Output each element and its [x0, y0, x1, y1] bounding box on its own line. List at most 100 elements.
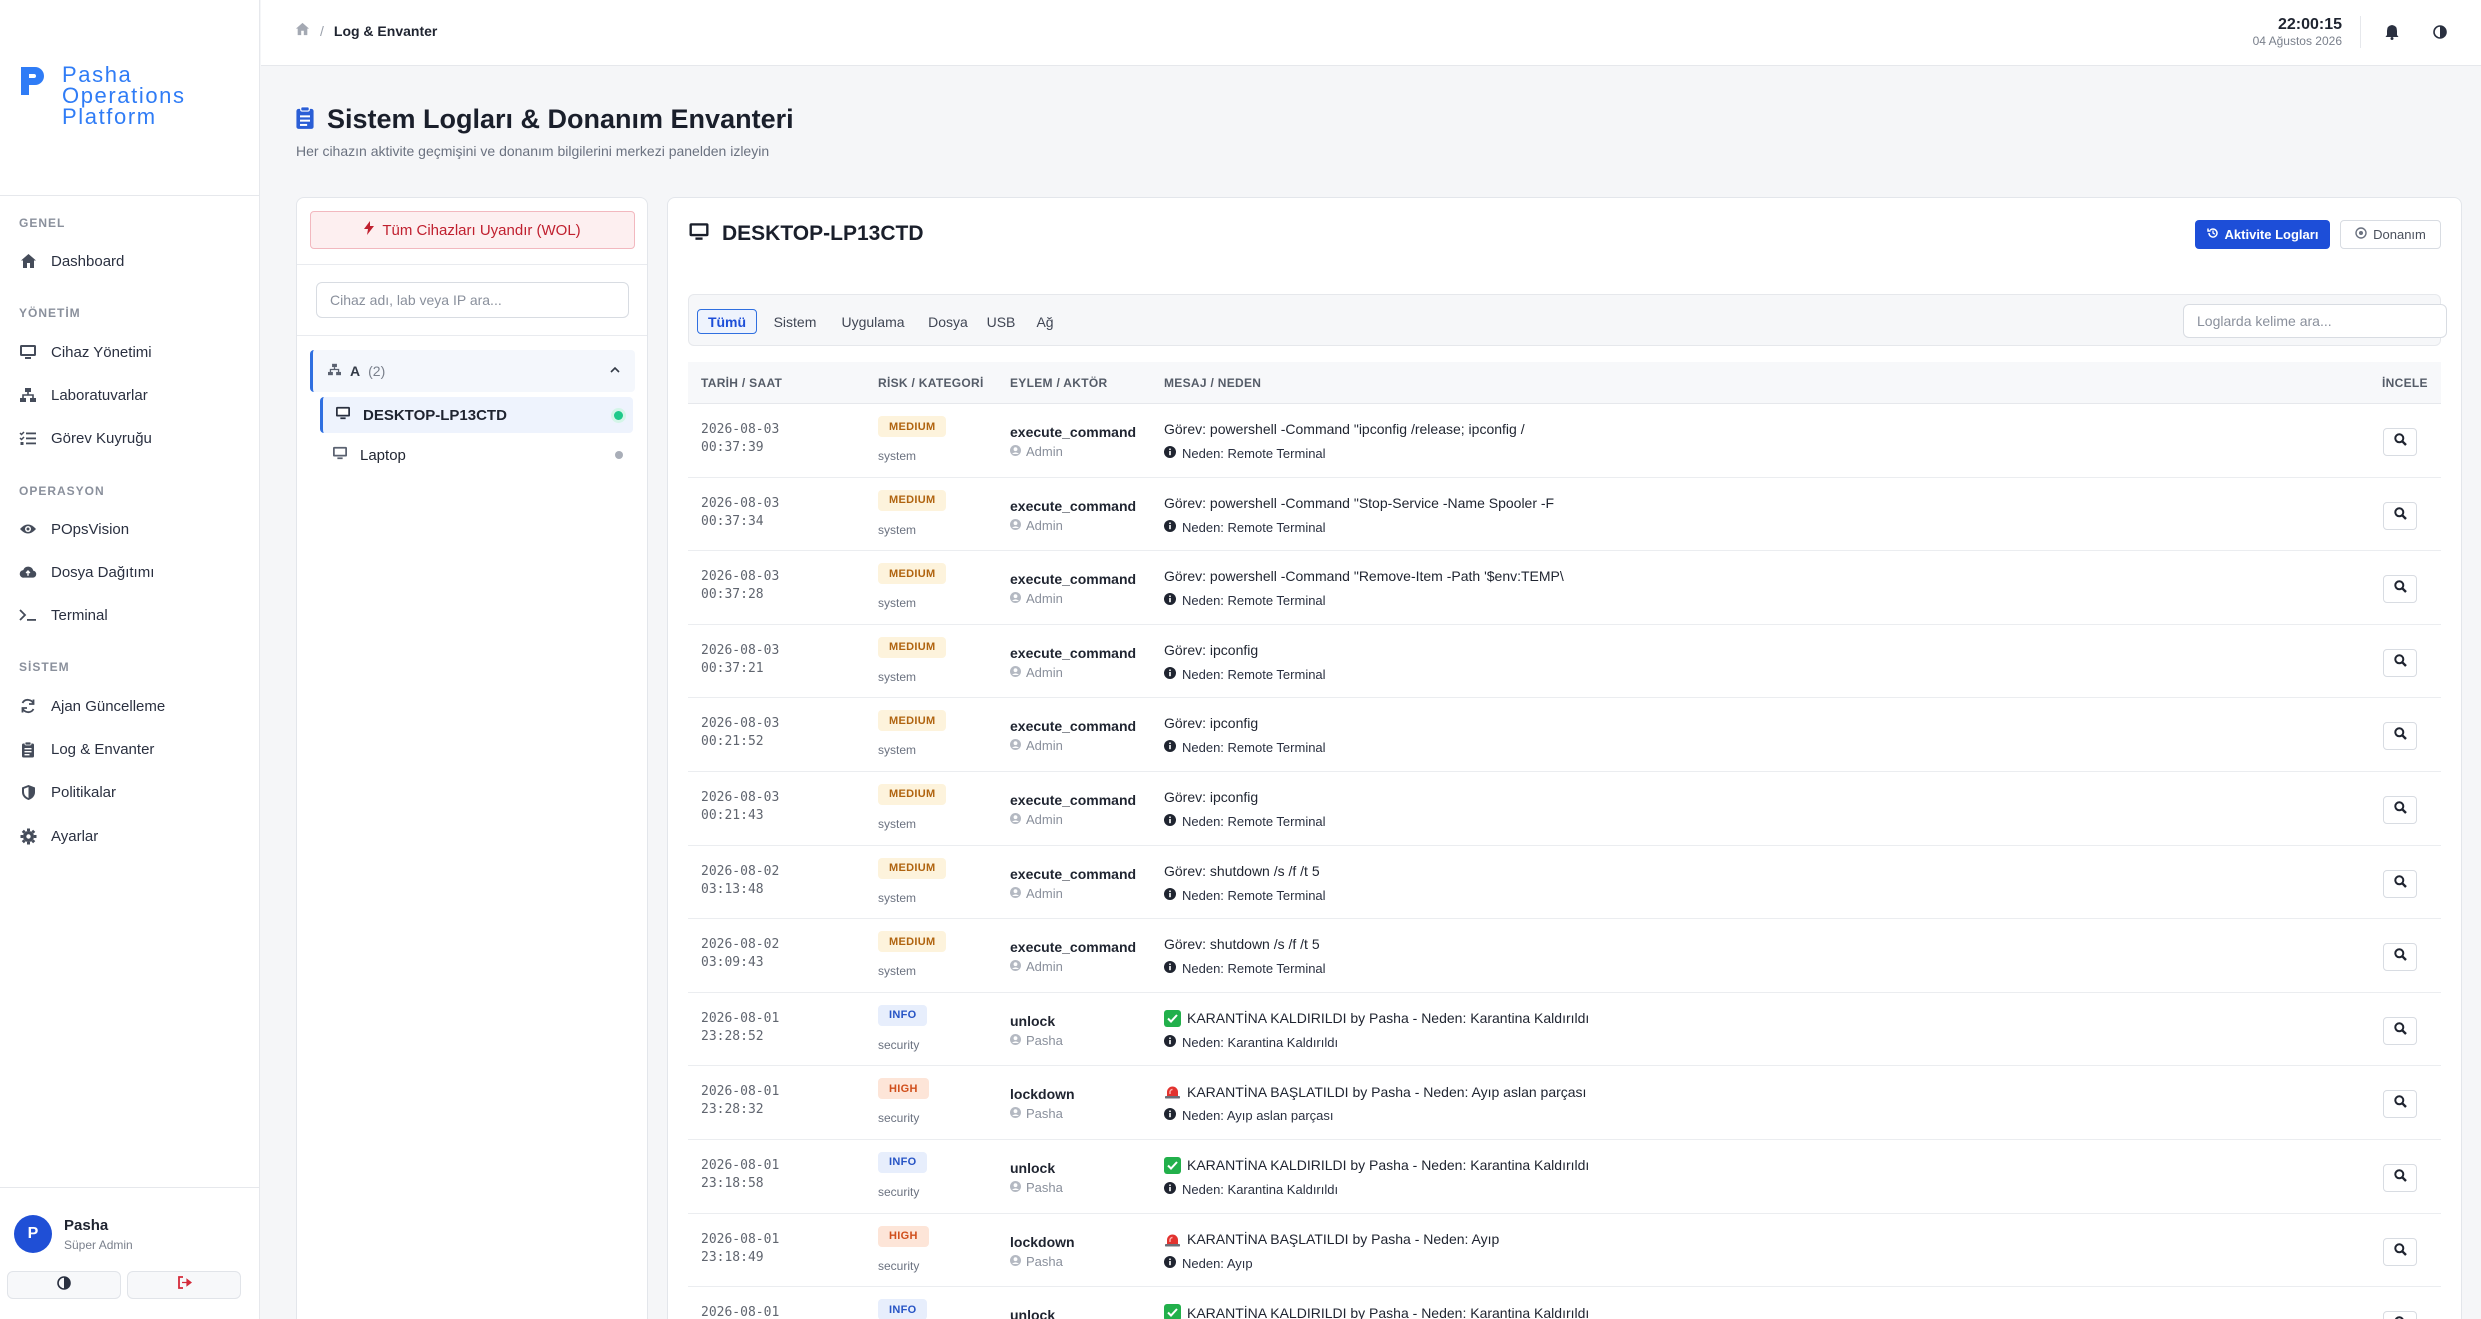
- activity-logs-button[interactable]: Aktivite Logları: [2195, 220, 2330, 249]
- log-reason: Neden: Remote Terminal: [1164, 593, 1326, 608]
- log-time: 00:37:28: [701, 587, 764, 603]
- log-datetime: 2026-08-03 00:21:52: [701, 715, 779, 751]
- sidebar-item-politikalar[interactable]: Politikalar: [19, 780, 116, 804]
- bell-icon[interactable]: [2382, 22, 2402, 42]
- log-message-text: Görev: shutdown /s /f /t 5: [1164, 862, 1320, 879]
- inspect-button[interactable]: [2383, 1311, 2417, 1319]
- inspect-button[interactable]: [2383, 1237, 2417, 1266]
- info-icon: [1164, 593, 1176, 608]
- sidebar-item-cihaz-yonetimi[interactable]: Cihaz Yönetimi: [19, 340, 152, 364]
- column-header-message[interactable]: MESAJ / NEDEN: [1164, 376, 1261, 390]
- sidebar-item-ayarlar[interactable]: Ayarlar: [19, 824, 98, 848]
- logout-button[interactable]: [127, 1271, 241, 1299]
- search-icon: [2393, 1095, 2407, 1113]
- log-actor: Admin: [1010, 591, 1063, 606]
- inspect-button[interactable]: [2383, 1163, 2417, 1192]
- inspect-button[interactable]: [2383, 1090, 2417, 1119]
- log-reason: Neden: Remote Terminal: [1164, 887, 1326, 903]
- tab-ag[interactable]: Ağ: [1029, 309, 1061, 334]
- log-actor: Admin: [1010, 959, 1063, 974]
- inspect-button[interactable]: [2383, 943, 2417, 972]
- table-row[interactable]: 2026-08-02 03:13:48 MEDIUM system execute_co…: [688, 846, 2441, 920]
- wake-all-button[interactable]: Tüm Cihazları Uyandır (WOL): [310, 211, 635, 249]
- info-icon: [1164, 813, 1176, 829]
- inspect-button[interactable]: [2383, 648, 2417, 677]
- activity-logs-label: Aktivite Logları: [2224, 227, 2319, 242]
- table-row[interactable]: 2026-08-01 23:28:52 INFO security unlock Pash…: [688, 993, 2441, 1067]
- table-row[interactable]: 2026-08-03 00:37:39 MEDIUM system execute_co…: [688, 404, 2441, 478]
- log-filter-bar: Tümü Sistem Uygulama Dosya USB Ağ: [688, 294, 2447, 346]
- brand[interactable]: Pasha Operations Platform: [18, 64, 186, 128]
- inspect-button[interactable]: [2383, 1016, 2417, 1045]
- table-row[interactable]: 2026-08-01 INFO unlock KARANTİNA KALDIRILDI…: [688, 1287, 2441, 1319]
- log-category: system: [878, 816, 917, 831]
- search-icon: [2393, 1022, 2407, 1040]
- table-row[interactable]: 2026-08-03 00:21:43 MEDIUM system execute_co…: [688, 772, 2441, 846]
- hardware-button[interactable]: Donanım: [2340, 220, 2441, 249]
- contrast-icon[interactable]: [2430, 22, 2450, 42]
- actor-name: Admin: [1026, 738, 1063, 754]
- home-icon[interactable]: [295, 22, 310, 39]
- risk-badge: MEDIUM: [878, 931, 947, 953]
- table-row[interactable]: 2026-08-01 23:18:58 INFO security unlock Pash…: [688, 1140, 2441, 1214]
- log-actor: Admin: [1010, 886, 1063, 901]
- info-icon: [1164, 887, 1176, 903]
- device-group-a[interactable]: A (2): [310, 350, 635, 392]
- log-message: KARANTİNA KALDIRILDI by Pasha - Neden: K…: [1164, 1009, 1589, 1027]
- history-icon: [2206, 227, 2219, 242]
- divider: [2360, 16, 2361, 48]
- log-category: system: [878, 890, 917, 905]
- log-category: system: [878, 964, 917, 979]
- sidebar-item-popsvision[interactable]: POpsVision: [19, 517, 129, 541]
- device-search-input[interactable]: [316, 282, 629, 318]
- cloud-upload-icon: [19, 563, 37, 581]
- log-date: 2026-08-03: [701, 422, 780, 437]
- sidebar-item-log-envanter[interactable]: Log & Envanter: [19, 737, 154, 761]
- sidebar-item-dosya-dagitimi[interactable]: Dosya Dağıtımı: [19, 560, 154, 584]
- table-row[interactable]: 2026-08-01 23:18:49 HIGH security lockdown Pa…: [688, 1214, 2441, 1288]
- table-row[interactable]: 2026-08-03 00:21:52 MEDIUM system execute_co…: [688, 698, 2441, 772]
- tab-dosya[interactable]: Dosya: [923, 309, 973, 334]
- table-row[interactable]: 2026-08-01 23:28:32 HIGH security lockdown Pa…: [688, 1066, 2441, 1140]
- avatar[interactable]: P: [14, 1215, 52, 1253]
- log-action: execute_command: [1010, 791, 1137, 808]
- inspect-button[interactable]: [2383, 501, 2417, 530]
- inspect-button[interactable]: [2383, 722, 2417, 751]
- log-action: execute_command: [1010, 571, 1137, 588]
- column-header-risk[interactable]: RİSK / KATEGORİ: [878, 376, 984, 390]
- section-label-yonetim: YÖNETİM: [19, 306, 81, 320]
- log-datetime: 2026-08-02 03:09:43: [701, 936, 779, 972]
- theme-toggle-button[interactable]: [7, 1271, 121, 1299]
- log-reason: Neden: Remote Terminal: [1164, 813, 1326, 829]
- inspect-button[interactable]: [2383, 575, 2417, 604]
- table-row[interactable]: 2026-08-03 00:37:21 MEDIUM system execute_co…: [688, 625, 2441, 699]
- sidebar-item-laboratuvarlar[interactable]: Laboratuvarlar: [19, 383, 148, 407]
- inspect-button[interactable]: [2383, 795, 2417, 824]
- log-category: system: [878, 596, 917, 611]
- log-message: Görev: powershell -Command "Stop-Service…: [1164, 495, 1554, 511]
- tab-usb[interactable]: USB: [981, 309, 1021, 334]
- sidebar-item-dashboard[interactable]: Dashboard: [19, 249, 124, 273]
- tab-tumu[interactable]: Tümü: [697, 309, 757, 334]
- table-row[interactable]: 2026-08-02 03:09:43 MEDIUM system execute_co…: [688, 919, 2441, 993]
- column-header-action[interactable]: EYLEM / AKTÖR: [1010, 376, 1107, 390]
- tab-uygulama[interactable]: Uygulama: [833, 309, 913, 334]
- sidebar-item-terminal[interactable]: Terminal: [19, 603, 108, 627]
- sidebar-item-label: Cihaz Yönetimi: [51, 343, 152, 361]
- log-search-input[interactable]: [2183, 304, 2447, 338]
- table-row[interactable]: 2026-08-03 00:37:34 MEDIUM system execute_co…: [688, 478, 2441, 552]
- inspect-button[interactable]: [2383, 428, 2417, 456]
- log-message-text: Görev: ipconfig: [1164, 788, 1259, 805]
- chevron-up-icon[interactable]: [609, 363, 621, 379]
- column-header-date[interactable]: TARİH / SAAT: [701, 376, 782, 390]
- sidebar-item-ajan-guncelleme[interactable]: Ajan Güncelleme: [19, 694, 165, 718]
- tab-sistem[interactable]: Sistem: [767, 309, 823, 334]
- table-row[interactable]: 2026-08-03 00:37:28 MEDIUM system execute_co…: [688, 551, 2441, 625]
- sidebar-item-gorev-kuyrugu[interactable]: Görev Kuyruğu: [19, 426, 152, 450]
- device-item-desktop[interactable]: DESKTOP-LP13CTD: [320, 397, 633, 433]
- log-table-header: TARİH / SAAT RİSK / KATEGORİ EYLEM / AKT…: [688, 362, 2441, 404]
- contrast-icon: [57, 1275, 71, 1295]
- device-item-laptop[interactable]: Laptop: [320, 437, 633, 473]
- inspect-button[interactable]: [2383, 869, 2417, 898]
- sidebar-item-label: Log & Envanter: [51, 740, 155, 758]
